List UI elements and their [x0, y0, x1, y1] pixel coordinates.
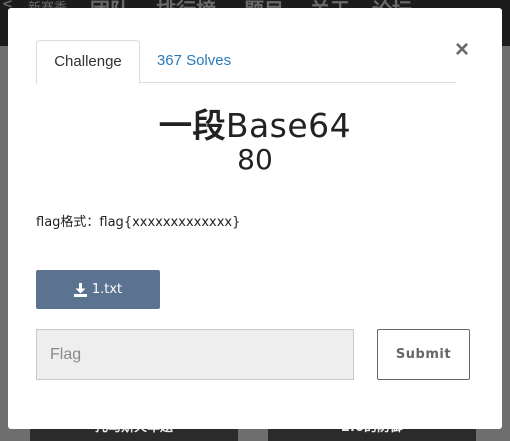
download-file-button[interactable]: 1.txt	[36, 270, 160, 309]
challenge-description: flag格式：flag{xxxxxxxxxxxxx}	[36, 215, 241, 230]
close-icon[interactable]: ×	[454, 38, 470, 62]
download-icon	[73, 282, 87, 297]
tab-solves[interactable]: 367 Solves	[144, 40, 244, 82]
file-name: 1.txt	[91, 282, 123, 297]
challenge-title: 一段Base64	[8, 99, 502, 147]
challenge-modal: × Challenge 367 Solves 一段Base64 80 flag格…	[8, 8, 502, 429]
modal-tabs: Challenge 367 Solves	[36, 40, 456, 84]
challenge-title-en: Base64	[225, 106, 352, 145]
tab-challenge[interactable]: Challenge	[36, 40, 140, 84]
challenge-title-cn: 一段	[158, 106, 226, 145]
challenge-points: 80	[237, 143, 273, 176]
flag-input[interactable]	[36, 329, 354, 380]
submit-button[interactable]: Submit	[377, 329, 470, 380]
